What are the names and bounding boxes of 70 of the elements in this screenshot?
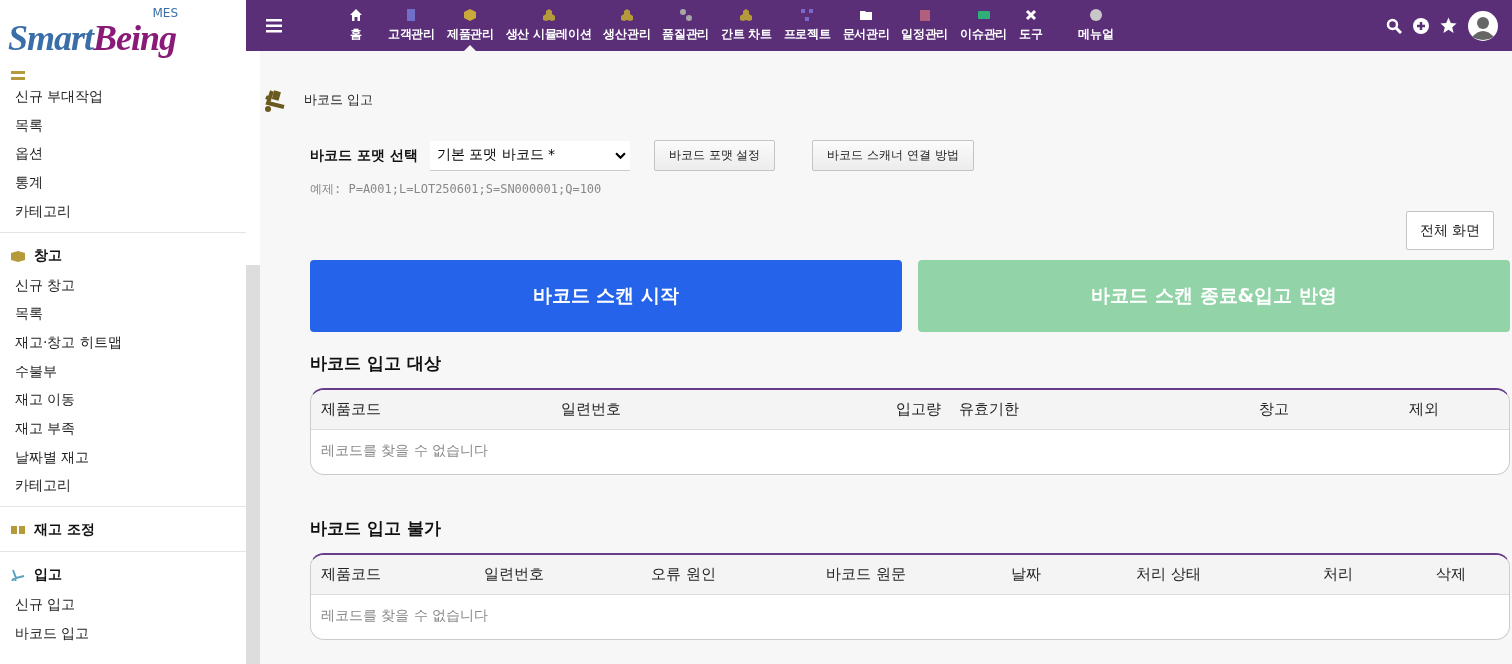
column-header[interactable]: 삭제 (1436, 565, 1466, 584)
column-header[interactable]: 입고량 (896, 400, 941, 419)
column-header[interactable]: 일련번호 (484, 565, 544, 584)
nav-item[interactable]: 고객관리 (382, 0, 441, 51)
fullscreen-button[interactable]: 전체 화면 (1405, 211, 1494, 250)
add-icon[interactable] (1413, 17, 1429, 34)
nav-item[interactable]: 메뉴얼 (1048, 0, 1138, 51)
format-label: 바코드 포맷 선택 (310, 146, 418, 165)
sidebar-item[interactable]: 재고 이동 (0, 385, 246, 415)
sidebar-item[interactable]: 신규 창고 (0, 270, 246, 300)
nav-item[interactable]: 일정관리 (895, 0, 955, 51)
search-icon[interactable] (1386, 17, 1402, 34)
empty-message: 레코드를 찾을 수 없습니다 (320, 606, 490, 625)
column-header[interactable]: 일련번호 (561, 400, 621, 419)
table-title: 바코드 입고 불가 (310, 517, 442, 540)
nav-item[interactable]: 간트 차트 (715, 0, 778, 51)
sidebar-item[interactable]: 카테고리 (0, 471, 246, 501)
logo: SmartBeing (8, 17, 178, 60)
column-header[interactable]: 제외 (1409, 400, 1439, 419)
nav-item[interactable]: 문서관리 (836, 0, 896, 51)
sidebar-item[interactable]: 재고·창고 히트맵 (0, 327, 246, 357)
sidebar-item[interactable]: 목록 (0, 110, 246, 140)
section-heading[interactable]: 입고 (34, 566, 62, 585)
empty-message: 레코드를 찾을 수 없습니다 (320, 441, 490, 460)
avatar-icon[interactable] (1468, 10, 1498, 41)
nav-item[interactable]: 생산관리 (597, 0, 657, 51)
nav-item[interactable]: 제품관리 (440, 0, 500, 51)
column-header[interactable]: 제품코드 (321, 400, 381, 419)
sidebar-item[interactable]: 바코드 입고 (0, 618, 246, 648)
sidebar-item[interactable]: 통계 (0, 168, 246, 197)
nav-item[interactable]: 프로젝트 (777, 0, 837, 51)
format-example: 예제: P=A001;L=LOT250601;S=SN000001;Q=100 (310, 181, 603, 198)
column-header[interactable]: 처리 상태 (1136, 565, 1201, 584)
sidebar-item[interactable]: 수불부 (0, 356, 246, 386)
column-header[interactable]: 바코드 원문 (826, 565, 906, 584)
menu-icon[interactable] (266, 18, 282, 33)
section-icon (10, 569, 26, 582)
sidebar-item[interactable]: 신규 입고 (0, 590, 246, 619)
nav-item[interactable]: 도구 (1012, 0, 1049, 51)
sidebar-item[interactable]: 날짜별 재고 (0, 442, 246, 472)
section-heading[interactable]: 재고 조정 (34, 521, 95, 540)
column-header[interactable]: 유효기한 (959, 400, 1019, 419)
format-settings-button[interactable]: 바코드 포맷 설정 (653, 140, 776, 171)
sidebar-item[interactable]: 옵션 (0, 139, 246, 169)
scan-start-button[interactable]: 바코드 스캔 시작 (310, 260, 902, 332)
sidebar-item[interactable]: 카테고리 (0, 196, 246, 226)
nav-item[interactable]: 이슈관리 (954, 0, 1013, 51)
section-icon (10, 70, 26, 82)
table-title: 바코드 입고 대상 (310, 352, 442, 375)
sidebar-item[interactable]: 재고 부족 (0, 414, 246, 443)
column-header[interactable]: 날짜 (1011, 565, 1041, 584)
section-icon (10, 249, 26, 262)
column-header[interactable]: 창고 (1259, 400, 1289, 419)
caret-icon (614, 151, 626, 159)
scanner-help-button[interactable]: 바코드 스캐너 연결 방법 (812, 140, 974, 171)
nav-item[interactable]: 품질관리 (656, 0, 716, 51)
nav-item[interactable]: 생산 시뮬레이션 (499, 0, 598, 51)
format-select[interactable]: 기본 포맷 바코드 * (429, 140, 630, 171)
star-icon[interactable] (1440, 17, 1457, 34)
column-header[interactable]: 오류 원인 (651, 565, 716, 584)
section-icon (10, 524, 26, 537)
sidebar-item[interactable]: 신규 부대작업 (0, 82, 246, 111)
scrollbar[interactable] (246, 265, 260, 664)
column-header[interactable]: 제품코드 (321, 565, 381, 584)
section-heading[interactable]: 창고 (34, 246, 62, 265)
page-title: 바코드 입고 (304, 91, 374, 109)
column-header[interactable]: 처리 (1323, 565, 1353, 584)
sidebar-item[interactable]: 목록 (0, 299, 246, 328)
nav-item[interactable]: 홈 (330, 0, 382, 51)
logo-subtitle: MES (152, 6, 179, 19)
